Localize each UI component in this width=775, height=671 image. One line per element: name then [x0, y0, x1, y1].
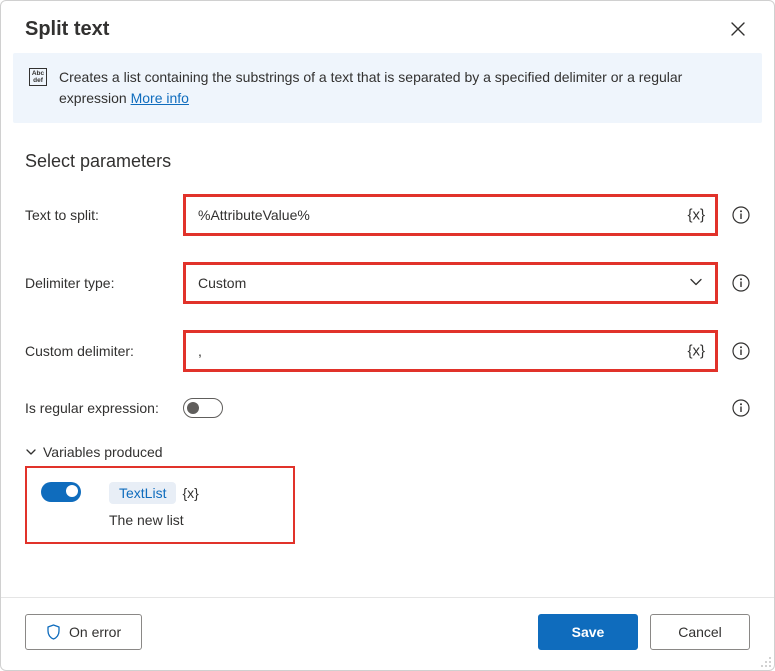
row-is-regex: Is regular expression:	[25, 398, 750, 418]
field-is-regex	[183, 398, 718, 418]
field-delimiter-type: Custom	[183, 262, 718, 304]
on-error-button[interactable]: On error	[25, 614, 142, 650]
output-variable-name[interactable]: TextList	[109, 482, 176, 504]
label-text-to-split: Text to split:	[25, 207, 183, 223]
split-text-dialog: Split text Abcdef Creates a list contain…	[0, 0, 775, 671]
dialog-header: Split text	[1, 1, 774, 53]
label-custom-delimiter: Custom delimiter:	[25, 343, 183, 359]
output-variable-toggle[interactable]	[41, 482, 81, 502]
info-text: Creates a list containing the substrings…	[59, 67, 746, 109]
text-action-icon: Abcdef	[29, 68, 47, 86]
close-button[interactable]	[726, 17, 750, 41]
delimiter-type-select[interactable]: Custom	[186, 265, 715, 301]
dialog-title: Split text	[25, 18, 109, 41]
row-custom-delimiter: Custom delimiter: {x}	[25, 330, 750, 372]
info-icon[interactable]	[732, 206, 750, 224]
dialog-body: Select parameters Text to split: {x} Del…	[1, 123, 774, 597]
variables-produced-label: Variables produced	[43, 444, 163, 460]
parameters-section-title: Select parameters	[25, 151, 750, 172]
shield-icon	[46, 624, 61, 640]
close-icon	[731, 22, 745, 36]
resize-grip-icon[interactable]	[760, 656, 772, 668]
chevron-down-icon	[25, 446, 37, 458]
dialog-footer: On error Save Cancel	[1, 597, 774, 670]
row-delimiter-type: Delimiter type: Custom	[25, 262, 750, 304]
cancel-button[interactable]: Cancel	[650, 614, 750, 650]
output-variable-description: The new list	[109, 512, 199, 528]
output-variable-info: TextList {x} The new list	[109, 482, 199, 528]
custom-delimiter-input[interactable]	[186, 333, 715, 369]
info-icon[interactable]	[732, 342, 750, 360]
label-is-regex: Is regular expression:	[25, 400, 183, 416]
on-error-label: On error	[69, 624, 121, 640]
info-icon[interactable]	[732, 399, 750, 417]
variables-produced-box: TextList {x} The new list	[25, 466, 295, 544]
is-regex-toggle[interactable]	[183, 398, 223, 418]
more-info-link[interactable]: More info	[131, 90, 189, 106]
row-text-to-split: Text to split: {x}	[25, 194, 750, 236]
delimiter-type-value: Custom	[198, 275, 246, 291]
save-button[interactable]: Save	[538, 614, 638, 650]
field-text-to-split: {x}	[183, 194, 718, 236]
variables-produced-header[interactable]: Variables produced	[25, 444, 750, 460]
label-delimiter-type: Delimiter type:	[25, 275, 183, 291]
field-custom-delimiter: {x}	[183, 330, 718, 372]
info-icon[interactable]	[732, 274, 750, 292]
text-to-split-input[interactable]	[186, 197, 715, 233]
variable-token-icon: {x}	[182, 485, 198, 501]
info-bar: Abcdef Creates a list containing the sub…	[13, 53, 762, 123]
